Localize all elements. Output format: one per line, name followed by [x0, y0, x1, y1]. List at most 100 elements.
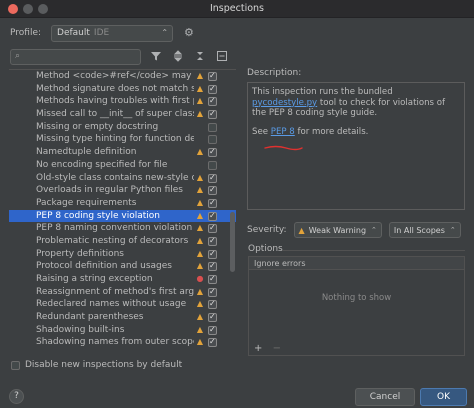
inspection-checkbox[interactable]: [208, 324, 217, 336]
inspection-row[interactable]: Methods having troubles with first param…: [9, 95, 236, 108]
warning-icon: ▲: [196, 261, 204, 271]
inspection-label: Method <code>#ref</code> may be 's: [36, 71, 194, 81]
warning-icon: ▲: [196, 286, 204, 296]
profile-value: Default: [57, 28, 90, 38]
inspection-checkbox[interactable]: [208, 298, 217, 311]
inspection-row[interactable]: Redundant parentheses ▲: [9, 311, 236, 324]
see-more-text: See PEP 8 for more details.: [252, 127, 460, 138]
inspection-checkbox[interactable]: [208, 122, 217, 132]
title-bar: Inspections: [0, 0, 474, 18]
warning-icon: ▲: [196, 223, 204, 233]
expand-all-icon[interactable]: [171, 50, 184, 63]
search-input[interactable]: ⌕: [10, 49, 141, 65]
warning-icon: ▲: [196, 172, 204, 182]
inspection-row[interactable]: No encoding specified for file: [9, 159, 236, 172]
red-underline-annotation: [264, 145, 303, 151]
tree-toolbar: [149, 50, 228, 63]
disable-new-inspections-checkbox[interactable]: [11, 360, 20, 370]
inspection-row[interactable]: Raising a string exception ●: [9, 273, 236, 286]
severity-select[interactable]: ▲ Weak Warning ⌃: [293, 222, 382, 238]
inspection-checkbox[interactable]: [208, 235, 217, 248]
add-icon[interactable]: +: [254, 343, 262, 354]
inspection-checkbox[interactable]: [208, 197, 217, 210]
inspection-checkbox[interactable]: [208, 184, 217, 197]
inspection-row[interactable]: Missed call to __init__ of super class ▲: [9, 108, 236, 121]
inspection-checkbox[interactable]: [208, 336, 217, 349]
inspection-row[interactable]: Protocol definition and usages ▲: [9, 260, 236, 273]
inspection-label: Shadowing built-ins: [36, 324, 125, 335]
warning-icon: ▲: [196, 248, 204, 258]
inspection-label: Property definitions: [36, 248, 124, 259]
inspection-row[interactable]: Redeclared names without usage ▲: [9, 298, 236, 311]
inspection-checkbox[interactable]: [208, 108, 217, 121]
inspection-checkbox[interactable]: [208, 83, 217, 95]
inspection-row[interactable]: Problematic nesting of decorators ▲: [9, 235, 236, 248]
inspection-checkbox[interactable]: [208, 160, 217, 170]
warning-icon: ▲: [196, 96, 204, 106]
inspection-row[interactable]: Missing type hinting for function defini…: [9, 133, 236, 146]
gear-icon[interactable]: ⚙: [184, 27, 196, 39]
inspection-checkbox[interactable]: [208, 95, 217, 108]
disable-new-inspections-label[interactable]: Disable new inspections by default: [25, 360, 182, 370]
inspection-row[interactable]: Package requirements ▲: [9, 197, 236, 210]
inspection-label: PEP 8 coding style violation: [36, 210, 160, 221]
inspection-row[interactable]: PEP 8 coding style violation ▲: [9, 209, 236, 222]
inspection-row[interactable]: Property definitions ▲: [9, 248, 236, 260]
warning-icon: ▲: [196, 83, 204, 93]
inspection-label: Redeclared names without usage: [36, 299, 187, 310]
inspection-checkbox[interactable]: [208, 222, 217, 235]
inspection-label: Reassignment of method's first argument: [36, 286, 194, 297]
warning-icon: ▲: [196, 71, 204, 80]
profile-select[interactable]: Default IDE ⌃: [51, 24, 174, 42]
inspection-checkbox[interactable]: [208, 70, 217, 83]
inspection-checkbox[interactable]: [208, 146, 217, 159]
description-text: This inspection runs the bundled pycodes…: [252, 87, 460, 119]
inspection-checkbox[interactable]: [208, 135, 217, 145]
inspection-row[interactable]: PEP 8 naming convention violation ▲: [9, 222, 236, 235]
inspection-label: Missing type hinting for function defini…: [36, 134, 194, 145]
inspection-row[interactable]: Method <code>#ref</code> may be 's▲: [9, 70, 236, 83]
inspection-row[interactable]: Missing or empty docstring: [9, 121, 236, 134]
ok-button[interactable]: OK: [420, 388, 467, 406]
inspection-label: Missing or empty docstring: [36, 121, 159, 132]
warning-icon: ▲: [196, 324, 204, 334]
remove-icon[interactable]: −: [273, 343, 281, 354]
tree-scrollbar[interactable]: [230, 72, 235, 354]
warning-icon: ▲: [196, 109, 204, 119]
collapse-all-icon[interactable]: [193, 50, 206, 63]
inspection-row[interactable]: Shadowing built-ins ▲: [9, 324, 236, 336]
inspection-row[interactable]: Old-style class contains new-style class…: [9, 172, 236, 184]
disable-new-inspections-row: Disable new inspections by default: [11, 360, 182, 370]
inspection-checkbox[interactable]: [208, 210, 217, 222]
inspection-checkbox[interactable]: [208, 273, 217, 286]
help-button[interactable]: ?: [9, 389, 24, 404]
error-icon: ●: [196, 274, 204, 283]
inspection-checkbox[interactable]: [208, 286, 217, 298]
inspection-label: Namedtuple definition: [36, 147, 137, 158]
scope-select[interactable]: In All Scopes ⌃: [388, 222, 461, 238]
scrollbar-thumb[interactable]: [230, 212, 235, 272]
chevron-updown-icon: ⌃: [449, 226, 456, 234]
inspection-label: Method signature does not match signatur…: [36, 83, 194, 94]
pycodestyle-link[interactable]: pycodestyle.py: [252, 98, 317, 108]
pep8-link[interactable]: PEP 8: [271, 127, 295, 137]
inspection-checkbox[interactable]: [208, 311, 217, 324]
inspection-label: Old-style class contains new-style class…: [36, 172, 194, 183]
inspection-checkbox[interactable]: [208, 172, 217, 184]
search-icon: ⌕: [15, 51, 21, 61]
inspection-checkbox[interactable]: [208, 260, 217, 273]
inspection-row[interactable]: Namedtuple definition ▲: [9, 146, 236, 159]
inspection-row[interactable]: Overloads in regular Python files ▲: [9, 184, 236, 197]
reset-icon[interactable]: [215, 50, 228, 63]
inspection-checkbox[interactable]: [208, 248, 217, 260]
severity-value: Weak Warning: [308, 225, 367, 235]
inspection-row[interactable]: Method signature does not match signatur…: [9, 83, 236, 95]
inspection-row[interactable]: Shadowing names from outer scopes ▲: [9, 336, 236, 349]
inspection-label: Package requirements: [36, 197, 137, 208]
filter-icon[interactable]: [149, 50, 162, 63]
inspection-row[interactable]: Reassignment of method's first argument▲: [9, 286, 236, 298]
cancel-button[interactable]: Cancel: [355, 388, 415, 406]
chevron-updown-icon: ⌃: [371, 226, 377, 234]
description-panel: Description: This inspection runs the bu…: [247, 68, 465, 210]
see-text-pre: See: [252, 126, 271, 137]
